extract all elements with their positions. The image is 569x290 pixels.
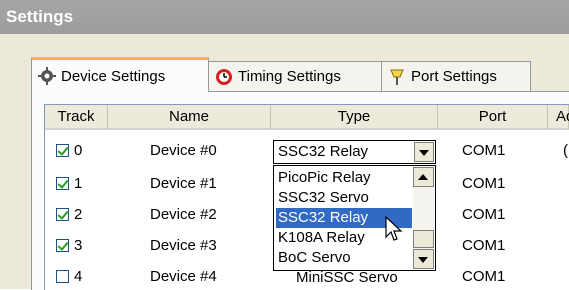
device-port: COM1 (462, 206, 506, 223)
dropdown-option[interactable]: BoC Servo (276, 248, 412, 268)
chevron-down-icon (419, 150, 429, 156)
tab-label: Timing Settings (238, 68, 341, 85)
device-port: COM1 (462, 142, 506, 159)
dropdown-option[interactable]: SSC32 Servo (276, 188, 412, 208)
column-header-port[interactable]: Port (438, 105, 548, 130)
tab-device-settings[interactable]: Device Settings (31, 57, 209, 92)
gear-icon (38, 67, 56, 85)
column-header-track[interactable]: Track (45, 105, 108, 130)
device-name: Device #4 (150, 268, 217, 285)
type-dropdown-list[interactable]: PicoPic Relay SSC32 Servo SSC32 Relay K1… (273, 165, 436, 271)
chevron-down-icon (418, 257, 428, 263)
scroll-down-button[interactable] (413, 249, 434, 269)
track-checkbox[interactable] (56, 144, 69, 157)
device-type-combobox[interactable]: SSC32 Relay (273, 140, 436, 164)
tab-timing-settings[interactable]: Timing Settings (208, 61, 382, 91)
dropdown-scrollbar[interactable] (413, 167, 434, 269)
track-checkbox[interactable] (56, 239, 69, 252)
row-index: 3 (74, 237, 83, 254)
device-type[interactable]: MiniSSC Servo (296, 268, 398, 288)
device-port: COM1 (462, 237, 506, 254)
device-address: ( (563, 142, 568, 159)
mouse-pointer-icon (385, 216, 403, 241)
device-port: COM1 (462, 268, 506, 285)
device-name: Device #1 (150, 175, 217, 192)
scrollbar-thumb[interactable] (413, 230, 434, 248)
track-checkbox[interactable] (56, 208, 69, 221)
chevron-up-icon (418, 174, 428, 180)
row-index: 2 (74, 206, 83, 223)
tab-port-settings[interactable]: Port Settings (381, 61, 531, 91)
dropdown-option[interactable]: PicoPic Relay (276, 168, 412, 188)
device-name: Device #3 (150, 237, 217, 254)
row-index: 1 (74, 175, 83, 192)
column-header-name[interactable]: Name (108, 105, 271, 130)
scroll-up-button[interactable] (413, 167, 434, 187)
timer-icon (215, 68, 233, 86)
title-bar: Settings (0, 0, 569, 34)
row-index: 0 (74, 142, 83, 159)
column-header-address[interactable]: Ad (548, 105, 569, 130)
device-name: Device #2 (150, 206, 217, 223)
column-header-type[interactable]: Type (271, 105, 438, 130)
device-port: COM1 (462, 175, 506, 192)
track-checkbox[interactable] (56, 177, 69, 190)
row-index: 4 (74, 268, 83, 285)
tab-label: Port Settings (411, 68, 497, 85)
port-icon (388, 68, 406, 86)
device-name: Device #0 (150, 142, 217, 159)
track-checkbox[interactable] (56, 270, 69, 283)
tab-label: Device Settings (61, 67, 166, 85)
window-title: Settings (6, 7, 74, 26)
combobox-value: SSC32 Relay (278, 143, 369, 160)
dropdown-button[interactable] (414, 142, 434, 162)
